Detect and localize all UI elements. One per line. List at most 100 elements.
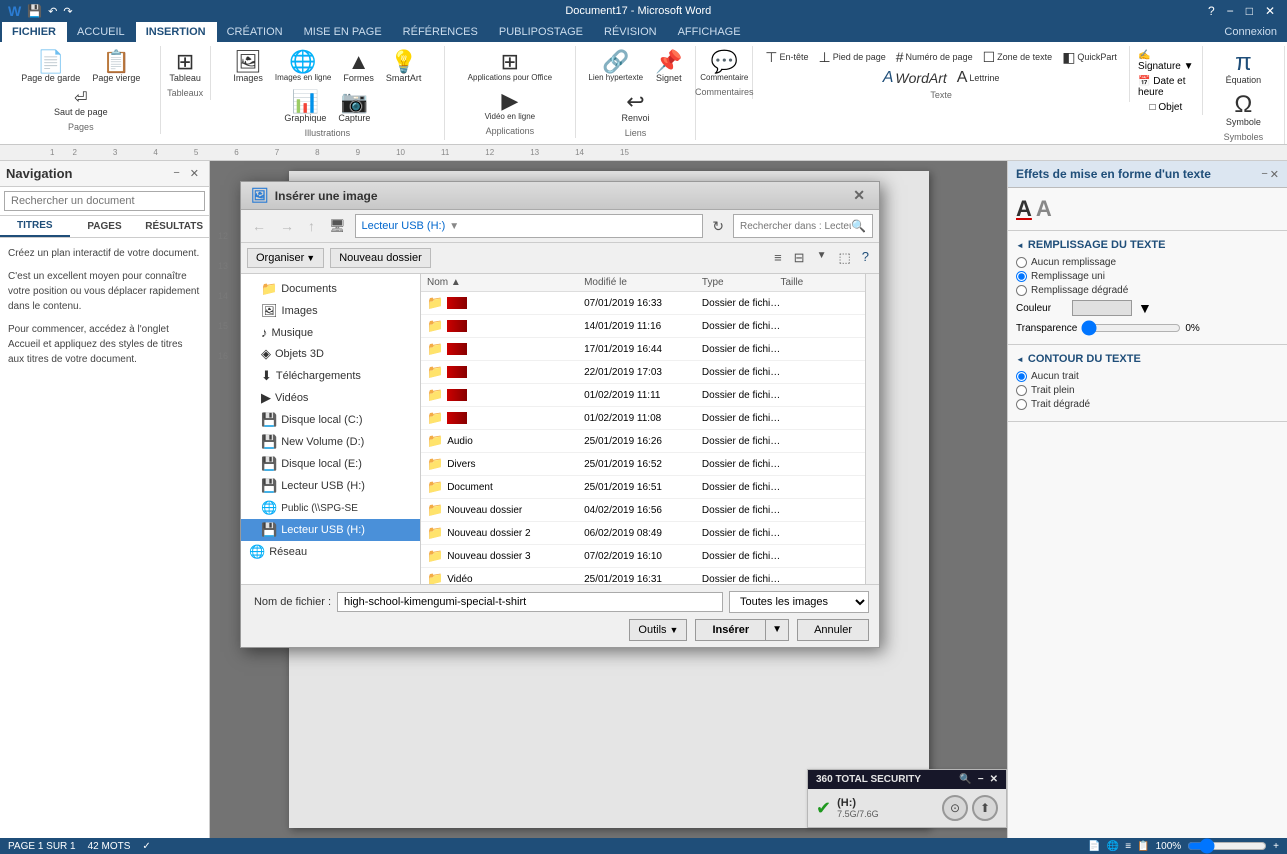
dialog-pc-btn[interactable]: 🖥 — [324, 215, 351, 237]
btn-tableau[interactable]: ⊞Tableau — [164, 48, 206, 86]
nav-tab-titres[interactable]: TITRES — [0, 216, 70, 237]
close-btn[interactable]: ✕ — [1261, 4, 1279, 18]
view-web-icon[interactable]: 🌐 — [1107, 841, 1119, 852]
minimize-btn[interactable]: − — [1223, 4, 1238, 18]
file-row[interactable]: 📁 14/01/2019 11:16 Dossier de fichiers — [421, 315, 865, 338]
nav-search-input[interactable] — [4, 191, 205, 211]
fill-uni-radio[interactable] — [1016, 271, 1027, 282]
zoom-in-btn[interactable]: + — [1273, 841, 1279, 852]
right-pane-close[interactable]: ✕ — [1270, 168, 1279, 181]
view-draft-icon[interactable]: 📋 — [1137, 841, 1149, 852]
nav-tab-resultats[interactable]: RÉSULTATS — [139, 216, 209, 237]
dialog-search-input[interactable] — [740, 221, 851, 232]
maximize-btn[interactable]: □ — [1242, 4, 1257, 18]
cancel-btn[interactable]: Annuler — [797, 619, 869, 641]
btn-page-garde[interactable]: 📄Page de garde — [16, 48, 85, 86]
tab-affichage[interactable]: AFFICHAGE — [668, 22, 752, 42]
outline-plein-radio[interactable] — [1016, 385, 1027, 396]
col-header-date[interactable]: Modifié le — [584, 277, 702, 288]
text-outline-icon[interactable]: A — [1036, 196, 1052, 222]
btn-images-en-ligne[interactable]: 🌐Images en ligne — [270, 48, 336, 86]
filetype-select[interactable]: Toutes les images — [729, 591, 869, 613]
nav-pane-minimize[interactable]: − — [169, 165, 183, 182]
btn-date[interactable]: 📅 Date et heure — [1136, 74, 1196, 100]
help-btn[interactable]: ? — [1204, 4, 1219, 18]
tab-fichier[interactable]: FICHIER — [2, 22, 67, 42]
file-row[interactable]: 📁Audio 25/01/2019 16:26 Dossier de fichi… — [421, 430, 865, 453]
color-picker-btn[interactable]: ▼ — [1138, 300, 1152, 316]
organize-btn[interactable]: Organiser ▼ — [247, 248, 324, 268]
btn-lettrine[interactable]: ALettrine — [953, 68, 1004, 88]
file-row[interactable]: 📁Document 25/01/2019 16:51 Dossier de fi… — [421, 476, 865, 499]
btn-applications-office[interactable]: ⊞Applications pour Office — [463, 48, 557, 85]
file-row[interactable]: 📁Nouveau dossier 3 07/02/2019 16:10 Doss… — [421, 545, 865, 568]
tab-insertion[interactable]: INSERTION — [136, 22, 217, 42]
btn-commentaire[interactable]: 💬Commentaire — [695, 48, 753, 85]
tree-item-public[interactable]: 🌐 Public (\\SPG-SE — [241, 497, 420, 519]
outline-degrade-radio[interactable] — [1016, 399, 1027, 410]
tab-mise-en-page[interactable]: MISE EN PAGE — [294, 22, 393, 42]
btn-images[interactable]: 🖼Images — [228, 48, 268, 86]
tab-creation[interactable]: CRÉATION — [217, 22, 294, 42]
col-header-type[interactable]: Type — [702, 277, 781, 288]
btn-saut-page[interactable]: ⏎Saut de page — [49, 88, 113, 120]
quick-redo[interactable]: ↷ — [63, 5, 72, 18]
file-row[interactable]: 📁Divers 25/01/2019 16:52 Dossier de fich… — [421, 453, 865, 476]
col-header-name[interactable]: Nom ▲ — [427, 277, 584, 288]
dialog-back-btn[interactable]: ← — [247, 215, 271, 237]
btn-page-vierge[interactable]: 📋Page vierge — [87, 48, 145, 86]
zoom-slider[interactable] — [1187, 842, 1267, 850]
quick-save[interactable]: 💾 — [27, 4, 42, 18]
right-pane-minimize[interactable]: − — [1261, 168, 1267, 181]
tab-accueil[interactable]: ACCUEIL — [67, 22, 136, 42]
btn-numero-page[interactable]: #Numéro de page — [892, 48, 977, 66]
file-row[interactable]: 📁 01/02/2019 11:08 Dossier de fichiers — [421, 407, 865, 430]
btn-renvoi[interactable]: ↩Renvoi — [616, 88, 654, 126]
dialog-close-btn[interactable]: ✕ — [849, 187, 869, 204]
nav-tab-pages[interactable]: PAGES — [70, 216, 140, 237]
tree-item-telechargements[interactable]: ⬇ Téléchargements — [241, 365, 420, 387]
btn-smartart[interactable]: 💡SmartArt — [381, 48, 427, 86]
tree-item-objets3d[interactable]: ◈ Objets 3D — [241, 343, 420, 365]
btn-signature[interactable]: ✍ Signature ▼ — [1136, 48, 1196, 74]
tree-item-reseau[interactable]: 🌐 Réseau — [241, 541, 420, 563]
dialog-up-btn[interactable]: ↑ — [303, 215, 320, 237]
tree-item-musique[interactable]: ♪ Musique — [241, 322, 420, 343]
tools-btn[interactable]: Outils ▼ — [629, 619, 687, 641]
tree-item-images[interactable]: 🖼 Images — [241, 300, 420, 322]
quick-undo[interactable]: ↶ — [48, 5, 57, 18]
btn-formes[interactable]: ▲Formes — [338, 48, 379, 86]
tree-item-documents[interactable]: 📁 Documents — [241, 278, 420, 300]
fill-degrade-radio[interactable] — [1016, 285, 1027, 296]
nav-pane-close[interactable]: ✕ — [186, 165, 203, 182]
insert-btn[interactable]: Insérer — [695, 619, 765, 641]
file-row[interactable]: 📁 22/01/2019 17:03 Dossier de fichiers — [421, 361, 865, 384]
btn-quickpart[interactable]: ◧QuickPart — [1058, 48, 1121, 66]
btn-lien[interactable]: 🔗Lien hypertexte — [583, 48, 648, 86]
file-row[interactable]: 📁Nouveau dossier 2 06/02/2019 08:49 Doss… — [421, 522, 865, 545]
search-icon[interactable]: 🔍 — [851, 219, 866, 233]
new-folder-btn[interactable]: Nouveau dossier — [330, 248, 431, 268]
tab-revision[interactable]: RÉVISION — [594, 22, 668, 42]
file-row[interactable]: 📁Vidéo 25/01/2019 16:31 Dossier de fichi… — [421, 568, 865, 584]
fill-none-radio[interactable] — [1016, 257, 1027, 268]
btn-graphique[interactable]: 📊Graphique — [279, 88, 331, 126]
text-fill-title[interactable]: REMPLISSAGE DU TEXTE — [1016, 239, 1279, 251]
tree-item-lecteur-usb2[interactable]: 💾 Lecteur USB (H:) — [241, 519, 420, 541]
outline-none-radio[interactable] — [1016, 371, 1027, 382]
view-list-btn[interactable]: ≡ — [769, 247, 787, 269]
file-row[interactable]: 📁 07/01/2019 16:33 Dossier de fichiers — [421, 292, 865, 315]
col-header-size[interactable]: Taille — [780, 277, 859, 288]
tree-item-disque-e[interactable]: 💾 Disque local (E:) — [241, 453, 420, 475]
btn-pied-page[interactable]: ⊥Pied de page — [814, 48, 889, 66]
btn-symbole[interactable]: ΩSymbole — [1221, 90, 1266, 130]
insert-dropdown[interactable]: ▼ — [765, 619, 789, 641]
btn-video-en-ligne[interactable]: ▶Vidéo en ligne — [480, 87, 541, 124]
tree-item-disque-c[interactable]: 💾 Disque local (C:) — [241, 409, 420, 431]
scrollbar[interactable] — [865, 274, 879, 584]
tree-item-volume-d[interactable]: 💾 New Volume (D:) — [241, 431, 420, 453]
address-chevron[interactable]: ▼ — [449, 221, 459, 232]
file-row[interactable]: 📁Nouveau dossier 04/02/2019 16:56 Dossie… — [421, 499, 865, 522]
btn-equation[interactable]: πÉquation — [1221, 48, 1267, 88]
tab-references[interactable]: RÉFÉRENCES — [393, 22, 489, 42]
